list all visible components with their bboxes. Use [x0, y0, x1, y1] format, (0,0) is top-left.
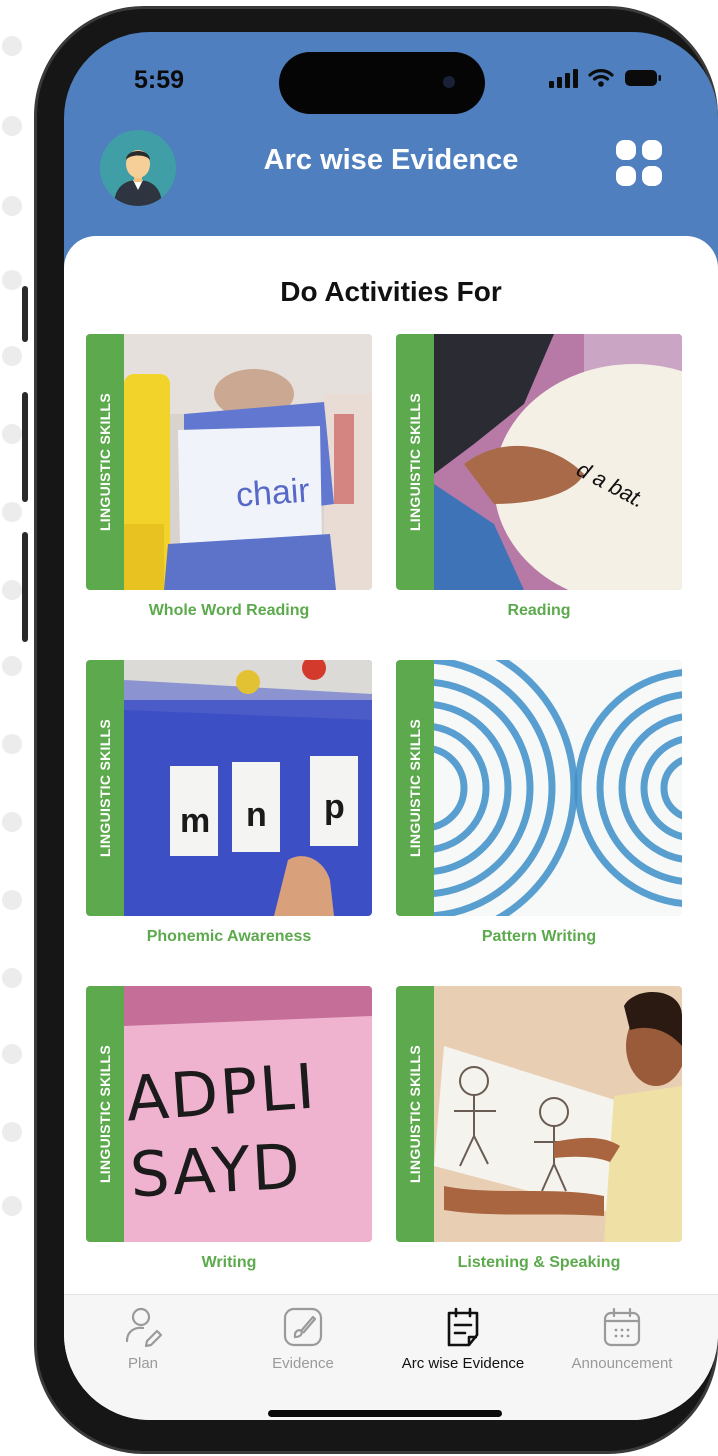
activity-label[interactable]: Reading — [396, 602, 682, 620]
calendar-icon — [603, 1307, 641, 1347]
nav-item-arc-wise-evidence[interactable]: Arc wise Evidence — [383, 1305, 543, 1372]
category-label: LINGUISTIC SKILLS — [407, 718, 423, 858]
activity-card-reading[interactable]: d a bat. LINGUISTIC SKILLS — [396, 334, 682, 590]
notes-icon — [447, 1307, 479, 1347]
activity-label[interactable]: Writing — [86, 1254, 372, 1272]
grid-menu-icon[interactable] — [616, 140, 662, 186]
section-title: Do Activities For — [280, 276, 502, 307]
person-edit-icon — [125, 1307, 163, 1348]
nav-item-announcement[interactable]: Announcement — [542, 1305, 702, 1372]
nav-item-evidence[interactable]: Evidence — [223, 1305, 383, 1372]
category-label: LINGUISTIC SKILLS — [97, 1044, 113, 1184]
activity-photo: m n p — [124, 660, 372, 916]
photo-letter-m: m — [180, 802, 211, 840]
side-button — [22, 532, 28, 642]
category-label: LINGUISTIC SKILLS — [97, 718, 113, 858]
home-indicator[interactable] — [268, 1410, 502, 1417]
category-label: LINGUISTIC SKILLS — [407, 1044, 423, 1184]
brush-icon — [283, 1307, 323, 1347]
nav-item-plan[interactable]: Plan — [64, 1305, 223, 1372]
status-time: 5:59 — [134, 66, 185, 94]
battery-icon — [624, 68, 662, 88]
activity-photo: d a bat. — [434, 334, 682, 590]
photo-handwriting-line-1: ADPLI — [124, 1049, 319, 1136]
activity-card-writing[interactable]: ADPLI SAYD LINGUISTIC SKILLS — [86, 986, 372, 1242]
activity-label[interactable]: Phonemic Awareness — [86, 928, 372, 946]
activity-photo: ADPLI SAYD — [124, 986, 372, 1242]
activity-label[interactable]: Listening & Speaking — [396, 1254, 682, 1272]
activity-photo — [434, 986, 682, 1242]
photo-letter-p: p — [324, 788, 345, 826]
nav-label: Announcement — [571, 1355, 673, 1372]
photo-word-card: chair — [234, 471, 311, 515]
activity-card-pattern-writing[interactable]: LINGUISTIC SKILLS — [396, 660, 682, 916]
nav-label: Evidence — [272, 1355, 334, 1372]
nav-label: Arc wise Evidence — [401, 1355, 525, 1372]
activity-card-whole-word-reading[interactable]: chair LINGUISTIC SKILLS — [86, 334, 372, 590]
bottom-nav: Plan Evidence Arc wise Evidence Announce… — [64, 1294, 718, 1420]
status-icons — [549, 68, 662, 88]
photo-letter-n: n — [246, 796, 267, 834]
activity-photo: chair — [124, 334, 372, 590]
wifi-icon — [588, 68, 614, 88]
content-panel: Do Activities For chair LINGUISTIC SKILL… — [64, 236, 718, 1420]
activity-label[interactable]: Pattern Writing — [396, 928, 682, 946]
activity-photo — [434, 660, 682, 916]
activity-label[interactable]: Whole Word Reading — [86, 602, 372, 620]
dynamic-island — [279, 52, 485, 114]
category-label: LINGUISTIC SKILLS — [97, 392, 113, 532]
nav-label: Plan — [127, 1355, 159, 1372]
activity-card-listening-speaking[interactable]: LINGUISTIC SKILLS — [396, 986, 682, 1242]
side-button — [22, 286, 28, 342]
activity-card-phonemic-awareness[interactable]: m n p LINGUISTIC SKILLS — [86, 660, 372, 916]
photo-handwriting-line-2: SAYD — [128, 1129, 304, 1212]
phone-screen: 5:59 Arc wise Evidence Do Activities For… — [64, 32, 718, 1420]
side-button — [22, 392, 28, 502]
signal-icon — [549, 69, 578, 88]
category-label: LINGUISTIC SKILLS — [407, 392, 423, 532]
